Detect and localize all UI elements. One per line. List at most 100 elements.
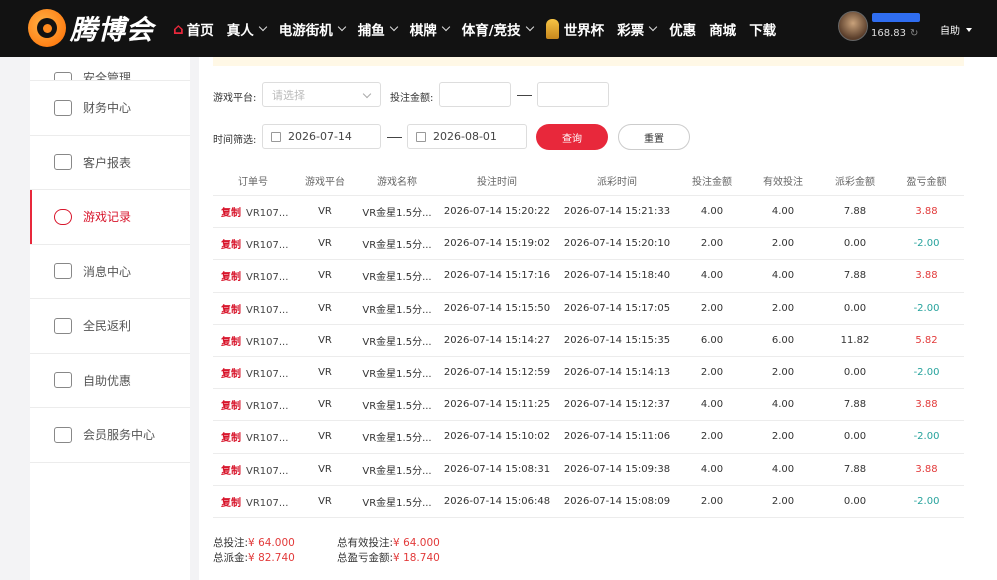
game-name-cell: VR金星1.5分... bbox=[362, 433, 432, 445]
reset-button[interactable]: 重置 bbox=[618, 124, 690, 150]
copy-button[interactable]: 复制 bbox=[221, 498, 241, 509]
profit-loss-cell: 3.88 bbox=[915, 270, 938, 282]
platform-select[interactable]: 请选择 bbox=[262, 82, 381, 107]
total-bet: 总投注:¥ 64.000 bbox=[213, 535, 337, 550]
platform-cell: VR bbox=[318, 495, 332, 507]
date-range-dash bbox=[387, 137, 402, 138]
profit-loss-cell: -2.00 bbox=[913, 238, 940, 250]
balance: 168.83 ↻ bbox=[871, 28, 920, 39]
total-profit-loss: 总盈亏金额:¥ 18.740 bbox=[337, 550, 461, 565]
copy-button[interactable]: 复制 bbox=[221, 466, 241, 477]
nav-item[interactable]: 彩票 bbox=[617, 19, 658, 39]
platform-cell: VR bbox=[318, 431, 332, 443]
nav-item[interactable]: 下载 bbox=[749, 19, 776, 39]
payout-amount-cell: 7.88 bbox=[843, 463, 867, 475]
table-header-row: 订单号 游戏平台 游戏名称 投注时间 派彩时间 投注金额 有效投注 派彩金额 盈亏金额 bbox=[213, 166, 964, 196]
main-nav: ⌂ 首页 真人 电游街机 捕鱼 棋牌 体育/竞技 世界杯 彩票 优惠 商城 下载 bbox=[173, 0, 789, 57]
bet-time-cell: 2026-07-14 15:11:25 bbox=[443, 399, 551, 411]
sidebar-item[interactable]: 会员服务中心 bbox=[30, 408, 190, 463]
avatar[interactable] bbox=[838, 11, 868, 41]
chevron-down-icon bbox=[441, 22, 450, 31]
payout-time-cell: 2026-07-14 15:20:10 bbox=[563, 238, 671, 250]
order-cell: 复制 VR107... bbox=[213, 204, 293, 219]
sidebar-item[interactable]: 财务中心 bbox=[30, 81, 190, 136]
copy-button[interactable]: 复制 bbox=[221, 401, 241, 412]
nav-item[interactable]: 优惠 bbox=[669, 19, 696, 39]
amount-max-input[interactable] bbox=[537, 82, 609, 107]
auto-mode-dropdown[interactable]: 自助 bbox=[940, 22, 972, 37]
bet-amount-cell: 4.00 bbox=[700, 206, 724, 218]
caret-down-icon bbox=[966, 27, 972, 32]
sidebar-item[interactable]: 全民返利 bbox=[30, 299, 190, 354]
start-date-input[interactable]: 2026-07-14 bbox=[262, 124, 381, 149]
copy-button[interactable]: 复制 bbox=[221, 208, 241, 219]
nav-item-label: 优惠 bbox=[669, 22, 697, 39]
query-button[interactable]: 查询 bbox=[536, 124, 608, 150]
user-panel[interactable]: 168.83 ↻ bbox=[838, 11, 920, 41]
table-row: 复制 VR107... VR VR金星1.5分... 2026-07-14 15:11:… bbox=[213, 389, 964, 422]
order-number: VR107... bbox=[246, 336, 289, 348]
payout-time-cell: 2026-07-14 15:08:09 bbox=[563, 495, 671, 507]
brand-logo[interactable]: 腾博会 bbox=[28, 8, 154, 47]
nav-item[interactable]: 捕鱼 bbox=[358, 19, 398, 39]
sidebar-item[interactable]: 游戏记录 bbox=[30, 190, 190, 245]
bet-time-cell: 2026-07-14 15:10:02 bbox=[443, 431, 551, 443]
bet-amount-cell: 2.00 bbox=[700, 431, 724, 443]
diamond-icon bbox=[54, 426, 72, 443]
nav-item[interactable]: 商城 bbox=[709, 19, 736, 39]
table-row: 复制 VR107... VR VR金星1.5分... 2026-07-14 15:10:… bbox=[213, 421, 964, 454]
home-icon: ⌂ bbox=[173, 19, 184, 38]
end-date-input[interactable]: 2026-08-01 bbox=[407, 124, 527, 149]
sidebar-item[interactable]: 消息中心 bbox=[30, 245, 190, 299]
gift-icon bbox=[54, 372, 72, 389]
copy-button[interactable]: 复制 bbox=[221, 272, 241, 283]
nav-item[interactable]: ⌂ 首页 bbox=[173, 19, 214, 39]
bet-amount-cell: 4.00 bbox=[700, 270, 724, 282]
profit-loss-cell: -2.00 bbox=[913, 495, 940, 507]
order-cell: 复制 VR107... bbox=[213, 236, 293, 251]
total-valid-label: 总有效投注: bbox=[337, 537, 394, 549]
nav-item[interactable]: 体育/竞技 bbox=[462, 19, 534, 39]
total-pl-value: ¥ 18.740 bbox=[393, 552, 440, 564]
top-nav-bar: 腾博会 ⌂ 首页 真人 电游街机 捕鱼 棋牌 体育/竞技 世界杯 彩票 优惠 商城 下载 168.83… bbox=[0, 0, 997, 57]
bet-amount-cell: 4.00 bbox=[700, 463, 724, 475]
bet-amount-cell: 2.00 bbox=[700, 495, 724, 507]
copy-button[interactable]: 复制 bbox=[221, 337, 241, 348]
total-payout-label: 总派金: bbox=[213, 552, 249, 564]
refresh-icon[interactable]: ↻ bbox=[910, 28, 918, 39]
nav-item[interactable]: 电游街机 bbox=[278, 19, 346, 39]
payout-time-cell: 2026-07-14 15:21:33 bbox=[563, 206, 671, 218]
report-icon bbox=[54, 154, 72, 171]
bet-time-cell: 2026-07-14 15:14:27 bbox=[443, 334, 551, 346]
payout-time-cell: 2026-07-14 15:09:38 bbox=[563, 463, 671, 475]
rebate-icon bbox=[54, 317, 72, 334]
copy-button[interactable]: 复制 bbox=[221, 305, 241, 316]
copy-button[interactable]: 复制 bbox=[221, 240, 241, 251]
totals-row: 总投注:¥ 64.000 总有效投注:¥ 64.000 bbox=[213, 535, 461, 550]
sidebar-item[interactable]: 自助优惠 bbox=[30, 354, 190, 408]
valid-bet-cell: 2.00 bbox=[771, 302, 795, 314]
table-row: 复制 VR107... VR VR金星1.5分... 2026-07-14 15:17:… bbox=[213, 260, 964, 293]
nav-item[interactable]: 真人 bbox=[226, 19, 267, 39]
copy-button[interactable]: 复制 bbox=[221, 433, 241, 444]
sidebar-item[interactable]: 客户报表 bbox=[30, 136, 190, 190]
valid-bet-cell: 6.00 bbox=[771, 334, 795, 346]
calendar-icon bbox=[416, 132, 426, 142]
nav-item-label: 真人 bbox=[226, 22, 254, 39]
amount-min-input[interactable] bbox=[439, 82, 511, 107]
copy-button[interactable]: 复制 bbox=[221, 369, 241, 380]
column-header: 派彩时间 bbox=[597, 177, 637, 188]
nav-item-label: 电游街机 bbox=[278, 22, 333, 39]
order-cell: 复制 VR107... bbox=[213, 462, 293, 477]
bet-amount-cell: 4.00 bbox=[700, 399, 724, 411]
chevron-down-icon bbox=[362, 89, 372, 99]
valid-bet-cell: 2.00 bbox=[771, 495, 795, 507]
valid-bet-cell: 4.00 bbox=[771, 463, 795, 475]
platform-cell: VR bbox=[318, 270, 332, 282]
sidebar-item-label: 安全管理 bbox=[83, 71, 132, 81]
order-cell: 复制 VR107... bbox=[213, 301, 293, 316]
nav-item[interactable]: 棋牌 bbox=[410, 19, 450, 39]
valid-bet-cell: 4.00 bbox=[771, 270, 795, 282]
sidebar-item[interactable]: 安全管理 bbox=[30, 57, 190, 81]
nav-item[interactable]: 世界杯 bbox=[545, 18, 604, 39]
